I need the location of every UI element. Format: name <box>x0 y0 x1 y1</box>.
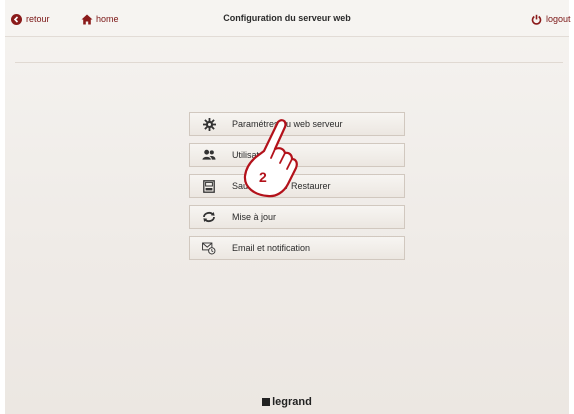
page-title: Configuration du serveur web <box>223 13 351 23</box>
menu-item-backup-restore[interactable]: Sauvegarder / Restaurer <box>189 174 405 198</box>
gear-icon <box>202 117 216 131</box>
menu-item-update[interactable]: Mise à jour <box>189 205 405 229</box>
email-notification-icon <box>202 241 216 255</box>
menu-item-label: Email et notification <box>232 243 311 253</box>
logout-link[interactable]: logout <box>531 12 571 26</box>
update-icon <box>202 210 216 224</box>
menu-item-users[interactable]: Utilisateurs <box>189 143 405 167</box>
menu-item-email-notification[interactable]: Email et notification <box>189 236 405 260</box>
users-icon <box>202 148 216 162</box>
menu-item-label: Utilisateurs <box>232 150 277 160</box>
save-restore-icon <box>202 179 216 193</box>
logo-square-icon <box>262 398 271 406</box>
top-bar: retour home Configuration du serveur web… <box>5 0 571 36</box>
content-divider <box>15 62 563 63</box>
app-screen: retour home Configuration du serveur web… <box>5 0 571 414</box>
top-bar-divider <box>5 36 569 37</box>
menu-item-label: Sauvegarder / Restaurer <box>232 181 331 191</box>
logout-label: logout <box>546 14 571 24</box>
brand-name: legrand <box>272 396 312 408</box>
menu-item-web-server-settings[interactable]: Paramétres du web serveur <box>189 112 405 136</box>
power-icon <box>531 14 542 25</box>
menu-item-label: Paramétres du web serveur <box>232 119 343 129</box>
menu-item-label: Mise à jour <box>232 212 277 222</box>
settings-menu: Paramétres du web serveur Utilisateurs S… <box>189 112 405 267</box>
legrand-logo: legrand <box>5 396 569 408</box>
